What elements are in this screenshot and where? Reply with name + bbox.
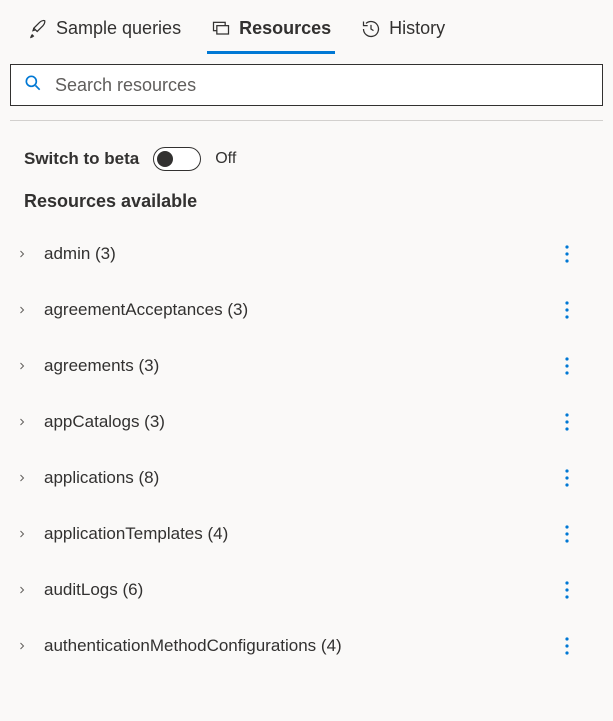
more-options-icon[interactable] (555, 296, 579, 324)
resource-row[interactable]: agreementAcceptances (3) (14, 282, 613, 338)
resource-row[interactable]: applicationTemplates (4) (14, 506, 613, 562)
search-box[interactable] (10, 64, 603, 106)
more-options-icon[interactable] (555, 408, 579, 436)
more-options-icon[interactable] (555, 240, 579, 268)
chevron-right-icon (14, 358, 30, 374)
chevron-right-icon (14, 526, 30, 542)
resource-label: auditLogs (6) (44, 580, 541, 600)
chevron-right-icon (14, 414, 30, 430)
resources-icon (211, 19, 231, 39)
resource-label: applicationTemplates (4) (44, 524, 541, 544)
resource-row[interactable]: auditLogs (6) (14, 562, 613, 618)
search-icon (23, 73, 43, 98)
resource-row[interactable]: applications (8) (14, 450, 613, 506)
tab-label: Sample queries (56, 18, 181, 39)
chevron-right-icon (14, 470, 30, 486)
rocket-icon (28, 19, 48, 39)
resource-label: applications (8) (44, 468, 541, 488)
chevron-right-icon (14, 638, 30, 654)
chevron-right-icon (14, 246, 30, 262)
more-options-icon[interactable] (555, 352, 579, 380)
beta-toggle-state: Off (215, 150, 236, 168)
beta-toggle-label: Switch to beta (24, 149, 139, 169)
toggle-knob (157, 151, 173, 167)
resource-row[interactable]: appCatalogs (3) (14, 394, 613, 450)
resource-label: appCatalogs (3) (44, 412, 541, 432)
beta-toggle-row: Switch to beta Off (0, 121, 613, 191)
resource-row[interactable]: authenticationMethodConfigurations (4) (14, 618, 613, 674)
more-options-icon[interactable] (555, 632, 579, 660)
more-options-icon[interactable] (555, 464, 579, 492)
chevron-right-icon (14, 302, 30, 318)
more-options-icon[interactable] (555, 520, 579, 548)
tab-sample-queries[interactable]: Sample queries (24, 12, 185, 54)
search-input[interactable] (55, 75, 590, 96)
resource-label: agreementAcceptances (3) (44, 300, 541, 320)
chevron-right-icon (14, 582, 30, 598)
resource-row[interactable]: admin (3) (14, 226, 613, 282)
tab-label: History (389, 18, 445, 39)
tab-resources[interactable]: Resources (207, 12, 335, 54)
tab-bar: Sample queries Resources History (0, 0, 613, 54)
resource-label: agreements (3) (44, 356, 541, 376)
resource-list[interactable]: admin (3) agreementAcceptances (3) agreeme… (0, 226, 613, 706)
beta-toggle[interactable] (153, 147, 201, 171)
resources-available-heading: Resources available (0, 191, 613, 226)
history-icon (361, 19, 381, 39)
resource-label: authenticationMethodConfigurations (4) (44, 636, 541, 656)
search-container (0, 54, 613, 120)
resource-label: admin (3) (44, 244, 541, 264)
tab-label: Resources (239, 18, 331, 39)
tab-history[interactable]: History (357, 12, 449, 54)
resource-row[interactable]: agreements (3) (14, 338, 613, 394)
more-options-icon[interactable] (555, 576, 579, 604)
